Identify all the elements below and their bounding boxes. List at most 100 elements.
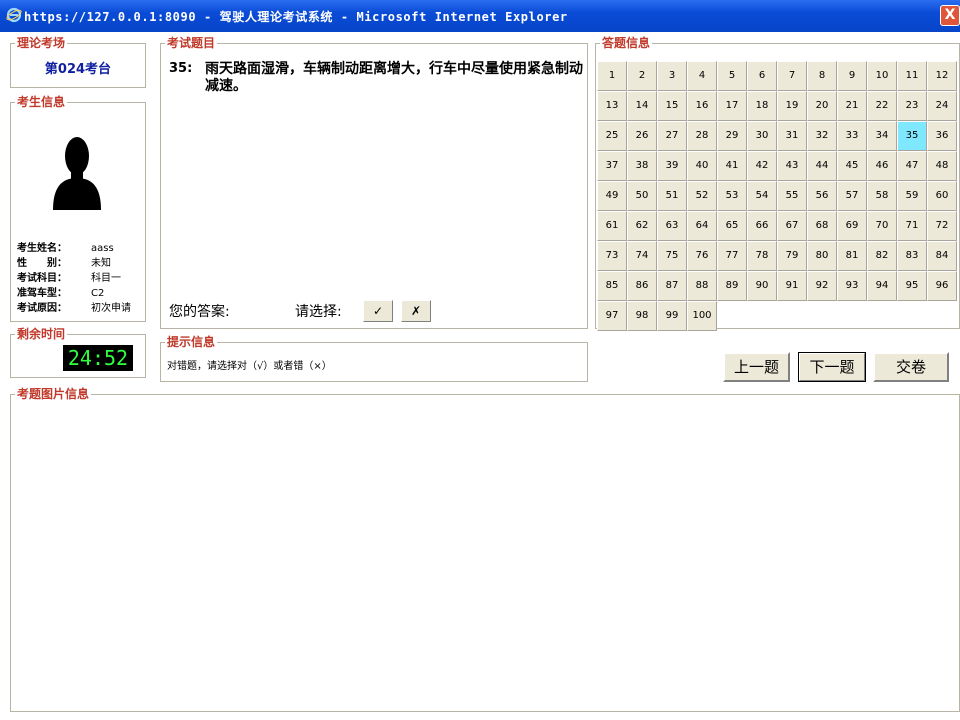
question-cell[interactable]: 67: [777, 211, 807, 241]
question-cell[interactable]: 3: [657, 61, 687, 91]
question-cell[interactable]: 18: [747, 91, 777, 121]
question-cell[interactable]: 99: [657, 301, 687, 331]
question-cell[interactable]: 62: [627, 211, 657, 241]
question-cell[interactable]: 65: [717, 211, 747, 241]
question-cell[interactable]: 46: [867, 151, 897, 181]
question-cell[interactable]: 1: [597, 61, 627, 91]
question-cell[interactable]: 50: [627, 181, 657, 211]
question-cell[interactable]: 86: [627, 271, 657, 301]
question-cell[interactable]: 38: [627, 151, 657, 181]
question-cell[interactable]: 84: [927, 241, 957, 271]
question-cell[interactable]: 2: [627, 61, 657, 91]
next-question-button[interactable]: 下一题: [798, 352, 866, 382]
close-button[interactable]: X: [940, 5, 960, 26]
question-cell[interactable]: 75: [657, 241, 687, 271]
question-cell[interactable]: 94: [867, 271, 897, 301]
question-cell[interactable]: 92: [807, 271, 837, 301]
question-cell[interactable]: 19: [777, 91, 807, 121]
submit-exam-button[interactable]: 交卷: [873, 352, 949, 382]
question-cell[interactable]: 87: [657, 271, 687, 301]
question-cell[interactable]: 48: [927, 151, 957, 181]
question-cell[interactable]: 10: [867, 61, 897, 91]
question-cell[interactable]: 69: [837, 211, 867, 241]
question-cell[interactable]: 5: [717, 61, 747, 91]
question-cell[interactable]: 30: [747, 121, 777, 151]
question-cell[interactable]: 55: [777, 181, 807, 211]
question-cell[interactable]: 4: [687, 61, 717, 91]
question-cell[interactable]: 9: [837, 61, 867, 91]
question-cell[interactable]: 37: [597, 151, 627, 181]
question-cell[interactable]: 7: [777, 61, 807, 91]
question-cell[interactable]: 11: [897, 61, 927, 91]
question-cell[interactable]: 58: [867, 181, 897, 211]
question-cell[interactable]: 31: [777, 121, 807, 151]
question-cell[interactable]: 51: [657, 181, 687, 211]
answer-false-button[interactable]: ✗: [401, 300, 431, 322]
question-cell[interactable]: 29: [717, 121, 747, 151]
question-cell[interactable]: 28: [687, 121, 717, 151]
question-cell[interactable]: 71: [897, 211, 927, 241]
question-cell[interactable]: 21: [837, 91, 867, 121]
question-cell[interactable]: 44: [807, 151, 837, 181]
question-cell[interactable]: 40: [687, 151, 717, 181]
question-cell[interactable]: 12: [927, 61, 957, 91]
question-cell[interactable]: 82: [867, 241, 897, 271]
question-cell[interactable]: 98: [627, 301, 657, 331]
question-cell[interactable]: 74: [627, 241, 657, 271]
question-cell[interactable]: 47: [897, 151, 927, 181]
question-cell[interactable]: 20: [807, 91, 837, 121]
question-cell[interactable]: 39: [657, 151, 687, 181]
question-cell[interactable]: 91: [777, 271, 807, 301]
question-cell[interactable]: 97: [597, 301, 627, 331]
answer-true-button[interactable]: ✓: [363, 300, 393, 322]
question-cell[interactable]: 85: [597, 271, 627, 301]
question-cell[interactable]: 13: [597, 91, 627, 121]
question-cell[interactable]: 14: [627, 91, 657, 121]
question-cell[interactable]: 88: [687, 271, 717, 301]
question-cell[interactable]: 95: [897, 271, 927, 301]
question-cell[interactable]: 61: [597, 211, 627, 241]
question-cell[interactable]: 22: [867, 91, 897, 121]
question-cell[interactable]: 53: [717, 181, 747, 211]
question-cell[interactable]: 79: [777, 241, 807, 271]
question-cell[interactable]: 72: [927, 211, 957, 241]
question-cell[interactable]: 15: [657, 91, 687, 121]
question-cell[interactable]: 32: [807, 121, 837, 151]
question-cell[interactable]: 6: [747, 61, 777, 91]
question-cell[interactable]: 24: [927, 91, 957, 121]
prev-question-button[interactable]: 上一题: [723, 352, 790, 382]
question-cell[interactable]: 70: [867, 211, 897, 241]
question-cell[interactable]: 78: [747, 241, 777, 271]
question-cell[interactable]: 25: [597, 121, 627, 151]
question-cell[interactable]: 76: [687, 241, 717, 271]
question-cell[interactable]: 100: [687, 301, 717, 331]
question-cell[interactable]: 60: [927, 181, 957, 211]
question-cell[interactable]: 16: [687, 91, 717, 121]
question-cell[interactable]: 27: [657, 121, 687, 151]
question-cell[interactable]: 59: [897, 181, 927, 211]
question-cell[interactable]: 45: [837, 151, 867, 181]
question-cell[interactable]: 41: [717, 151, 747, 181]
question-cell[interactable]: 49: [597, 181, 627, 211]
question-cell[interactable]: 17: [717, 91, 747, 121]
question-cell[interactable]: 26: [627, 121, 657, 151]
question-cell[interactable]: 64: [687, 211, 717, 241]
question-cell[interactable]: 90: [747, 271, 777, 301]
question-cell[interactable]: 93: [837, 271, 867, 301]
question-cell[interactable]: 42: [747, 151, 777, 181]
question-cell[interactable]: 54: [747, 181, 777, 211]
question-cell[interactable]: 68: [807, 211, 837, 241]
question-cell[interactable]: 81: [837, 241, 867, 271]
question-cell[interactable]: 56: [807, 181, 837, 211]
question-cell[interactable]: 43: [777, 151, 807, 181]
question-cell[interactable]: 77: [717, 241, 747, 271]
question-cell[interactable]: 66: [747, 211, 777, 241]
question-cell[interactable]: 52: [687, 181, 717, 211]
question-cell[interactable]: 83: [897, 241, 927, 271]
question-cell[interactable]: 63: [657, 211, 687, 241]
question-cell[interactable]: 89: [717, 271, 747, 301]
question-cell[interactable]: 34: [867, 121, 897, 151]
question-cell[interactable]: 8: [807, 61, 837, 91]
question-cell[interactable]: 80: [807, 241, 837, 271]
question-cell[interactable]: 73: [597, 241, 627, 271]
